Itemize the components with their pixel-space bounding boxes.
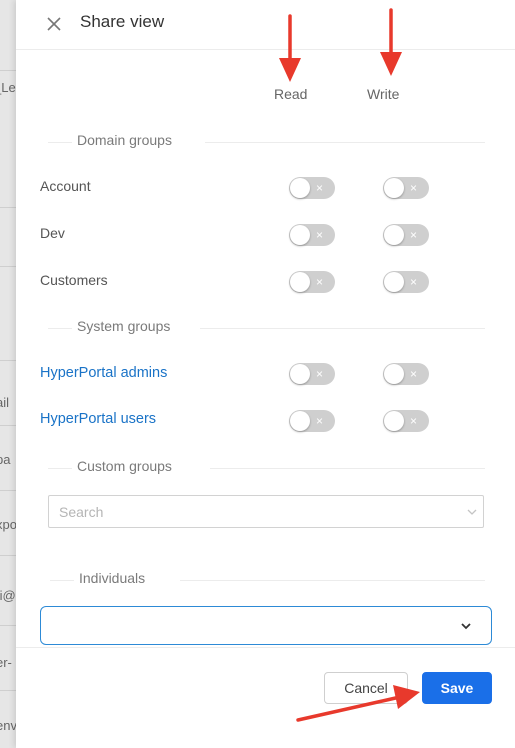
bg-text: ail — [0, 395, 10, 410]
section-label: Domain groups — [77, 132, 172, 148]
close-icon — [47, 17, 61, 31]
section-label: Individuals — [79, 570, 146, 586]
share-view-dialog: Share view Read Write Domain groups Acco… — [16, 0, 515, 748]
toggle-off-glyph: × — [316, 275, 324, 289]
toggle-knob — [290, 225, 310, 245]
section-divider — [48, 328, 72, 329]
group-link-hyperportal-admins[interactable]: HyperPortal admins — [40, 365, 167, 381]
section-system-groups: System groups — [40, 318, 485, 338]
toggle-account-write[interactable]: × — [383, 177, 429, 199]
read-column-header: Read — [274, 86, 308, 102]
toggle-knob — [290, 364, 310, 384]
toggle-off-glyph: × — [316, 181, 324, 195]
section-divider — [205, 142, 485, 143]
chevron-down-icon — [461, 623, 471, 630]
section-divider — [180, 580, 485, 581]
toggle-hyperportal-users-write[interactable]: × — [383, 410, 429, 432]
group-label-customers: Customers — [40, 272, 108, 288]
toggle-customers-read[interactable]: × — [289, 271, 335, 293]
bg-divider — [0, 555, 16, 556]
toggle-off-glyph: × — [316, 414, 324, 428]
section-divider — [48, 142, 72, 143]
close-button[interactable] — [44, 14, 64, 34]
write-column-header: Write — [367, 86, 400, 102]
section-label: Custom groups — [77, 458, 172, 474]
section-label: System groups — [77, 318, 171, 334]
toggle-knob — [384, 272, 404, 292]
bg-text: _Lea — [0, 80, 16, 95]
dialog-title: Share view — [80, 12, 165, 31]
bg-divider — [0, 266, 16, 267]
dialog-footer: Cancel Save — [16, 647, 515, 748]
section-individuals: Individuals — [40, 570, 485, 590]
toggle-knob — [290, 178, 310, 198]
toggle-hyperportal-users-read[interactable]: × — [289, 410, 335, 432]
custom-groups-search-input[interactable] — [59, 502, 439, 522]
toggle-off-glyph: × — [316, 228, 324, 242]
toggle-knob — [290, 272, 310, 292]
bg-divider — [0, 360, 16, 361]
custom-groups-search[interactable] — [48, 495, 484, 528]
toggle-hyperportal-admins-write[interactable]: × — [383, 363, 429, 385]
group-label-dev: Dev — [40, 225, 65, 241]
chevron-down-icon — [467, 509, 477, 515]
section-divider — [50, 580, 74, 581]
save-button[interactable]: Save — [422, 672, 492, 704]
bg-divider — [0, 690, 16, 691]
toggle-off-glyph: × — [410, 181, 418, 195]
toggle-dev-write[interactable]: × — [383, 224, 429, 246]
toggle-knob — [384, 225, 404, 245]
group-label-account: Account — [40, 178, 91, 194]
cancel-button[interactable]: Cancel — [324, 672, 408, 704]
bg-text: ti@ — [0, 588, 16, 603]
toggle-off-glyph: × — [316, 367, 324, 381]
section-divider — [48, 468, 72, 469]
toggle-knob — [384, 411, 404, 431]
toggle-off-glyph: × — [410, 275, 418, 289]
toggle-knob — [384, 364, 404, 384]
toggle-off-glyph: × — [410, 414, 418, 428]
bg-divider — [0, 425, 16, 426]
toggle-off-glyph: × — [410, 367, 418, 381]
toggle-hyperportal-admins-read[interactable]: × — [289, 363, 335, 385]
section-divider — [210, 468, 485, 469]
toggle-knob — [290, 411, 310, 431]
bg-text: pa — [0, 452, 11, 467]
toggle-off-glyph: × — [410, 228, 418, 242]
toggle-customers-write[interactable]: × — [383, 271, 429, 293]
toggle-account-read[interactable]: × — [289, 177, 335, 199]
bg-text: xpo — [0, 517, 16, 532]
toggle-knob — [384, 178, 404, 198]
group-link-hyperportal-users[interactable]: HyperPortal users — [40, 411, 156, 427]
section-domain-groups: Domain groups — [40, 132, 485, 152]
toggle-dev-read[interactable]: × — [289, 224, 335, 246]
bg-divider — [0, 70, 16, 71]
section-custom-groups: Custom groups — [40, 458, 485, 478]
bg-divider — [0, 207, 16, 208]
bg-divider — [0, 490, 16, 491]
dialog-header: Share view — [16, 0, 515, 50]
bg-divider — [0, 625, 16, 626]
bg-text: er- — [0, 655, 12, 670]
section-divider — [200, 328, 485, 329]
individuals-select[interactable] — [40, 606, 492, 645]
bg-text: env — [0, 718, 16, 733]
background-page: _Lea ail pa xpo ti@ er- env — [0, 0, 16, 748]
